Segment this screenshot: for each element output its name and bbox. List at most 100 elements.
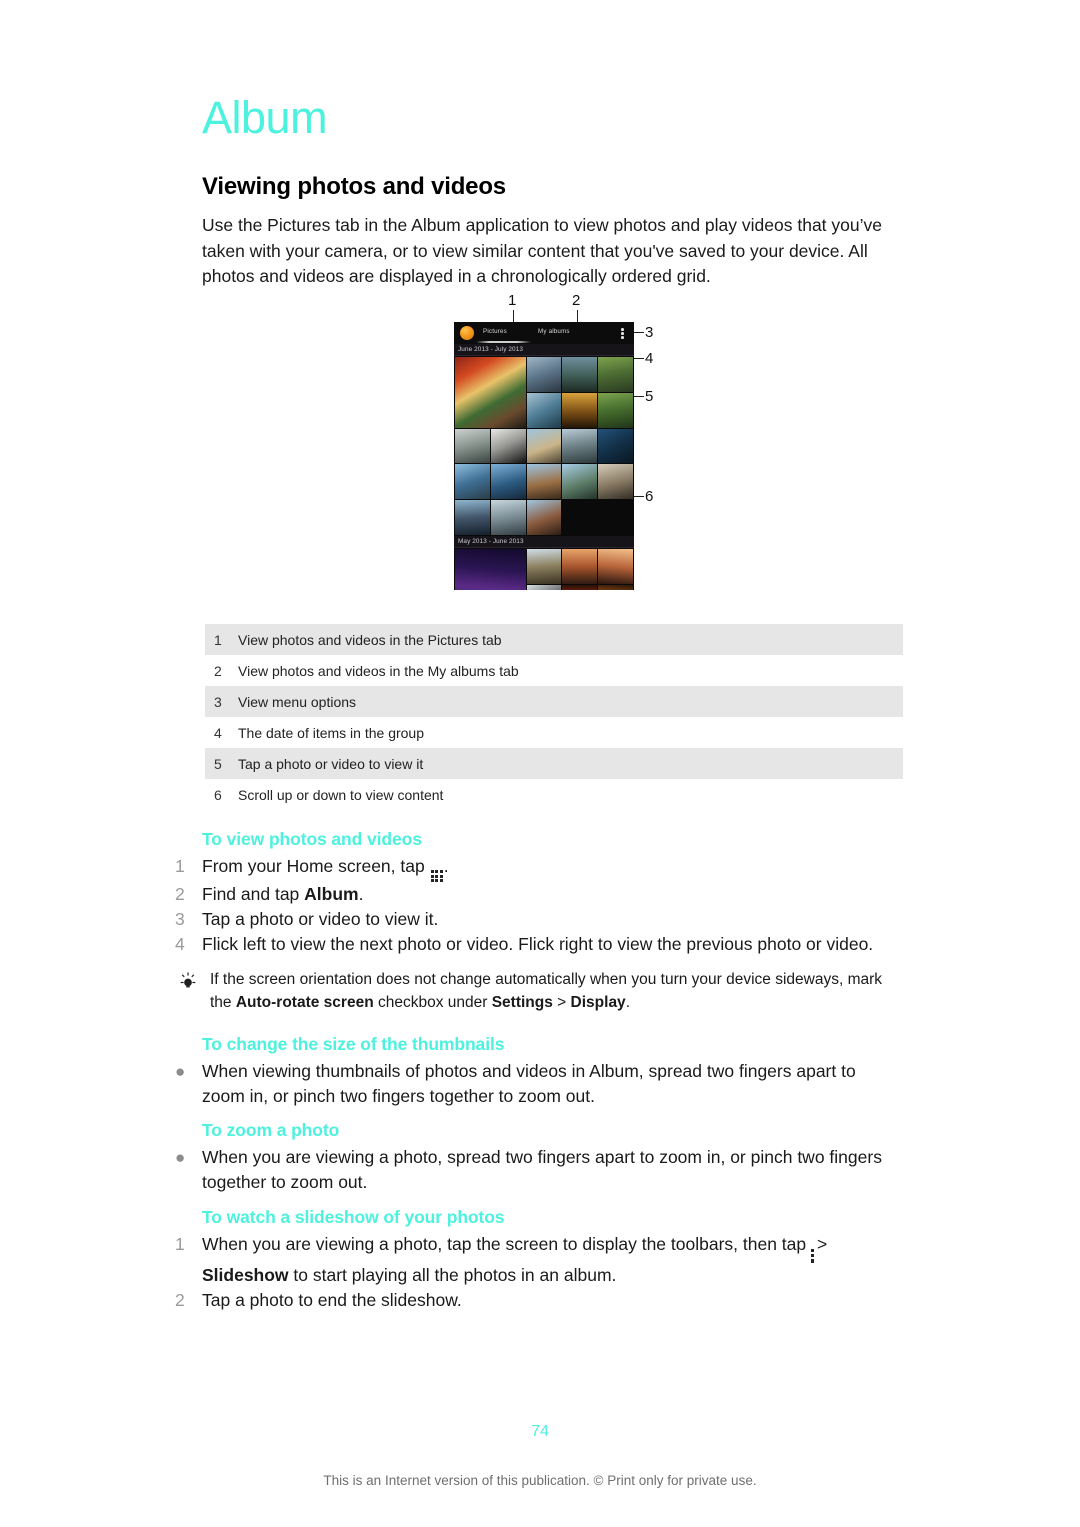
- tip-bold-display: Display: [570, 994, 626, 1011]
- callout-2: 2: [572, 292, 581, 309]
- photo-thumbnail[interactable]: [598, 392, 633, 428]
- step-number: 1: [175, 856, 185, 876]
- step-text-pre: When you are viewing a photo, tap the sc…: [202, 1234, 811, 1254]
- overflow-menu-icon[interactable]: [621, 328, 624, 339]
- footer-note: This is an Internet version of this publ…: [323, 1473, 757, 1488]
- date-group-header: May 2013 - June 2013: [454, 535, 634, 548]
- photo-thumbnail[interactable]: [490, 500, 526, 535]
- step-text-bold: Album: [304, 884, 359, 905]
- photo-thumbnail[interactable]: [526, 464, 562, 500]
- procedure-title-slideshow: To watch a slideshow of your photos: [202, 1207, 505, 1227]
- lightbulb-glyph: [180, 972, 196, 988]
- step-number: 1: [175, 1234, 185, 1254]
- photo-thumbnail[interactable]: [526, 548, 562, 584]
- photo-grid-group-2: [454, 547, 634, 590]
- callout-6: 6: [645, 488, 654, 505]
- legend-description: Tap a photo or video to view it: [238, 755, 424, 772]
- procedure-steps-slideshow: 1 When you are viewing a photo, tap the …: [175, 1232, 895, 1313]
- photo-thumbnail[interactable]: [455, 464, 490, 500]
- legend-row: 3 View menu options: [205, 686, 903, 717]
- legend-description: View menu options: [238, 693, 357, 710]
- procedure-title-view: To view photos and videos: [202, 829, 422, 849]
- bullet-item: ● When you are viewing a photo, spread t…: [175, 1145, 895, 1195]
- step-item: 2 Find and tap Album.: [175, 882, 895, 907]
- tip-text: If the screen orientation does not chang…: [210, 968, 905, 1014]
- legend-row: 1 View photos and videos in the Pictures…: [205, 624, 903, 655]
- photo-thumbnail[interactable]: [526, 357, 562, 392]
- photo-thumbnail[interactable]: [598, 357, 633, 392]
- photo-thumbnail[interactable]: [598, 464, 633, 500]
- bullet-text: When you are viewing a photo, spread two…: [202, 1147, 882, 1192]
- step-text: Tap a photo to end the slideshow.: [202, 1289, 462, 1310]
- section-heading: Viewing photos and videos: [202, 173, 506, 200]
- photo-thumbnail[interactable]: [455, 428, 490, 464]
- tip-bold-autorotate: Auto-rotate screen: [235, 994, 374, 1011]
- step-text: Find and tap Album.: [202, 882, 895, 907]
- step-item: 4 Flick left to view the next photo or v…: [175, 932, 895, 957]
- legend-number: 3: [214, 693, 222, 710]
- figure-legend-table: 1 View photos and videos in the Pictures…: [205, 624, 903, 810]
- overflow-menu-icon: [811, 1248, 815, 1263]
- photo-thumbnail[interactable]: [526, 392, 562, 428]
- photo-thumbnail[interactable]: [562, 584, 598, 590]
- legend-number: 2: [214, 662, 222, 679]
- step-item: 1 When you are viewing a photo, tap the …: [175, 1232, 895, 1288]
- step-text-post: to start playing all the photos in an al…: [288, 1264, 617, 1285]
- photo-thumbnail[interactable]: [598, 428, 633, 464]
- step-text: Tap a photo or video to view it.: [202, 909, 439, 930]
- tip-bold-settings: Settings: [491, 994, 553, 1011]
- phone-figure: 1 2 3 4 5 6 Pictures My albums June 2013…: [440, 292, 690, 612]
- photo-thumbnail[interactable]: [562, 357, 598, 392]
- tab-pictures[interactable]: Pictures: [483, 328, 507, 335]
- photo-thumbnail[interactable]: [526, 584, 562, 590]
- step-number: 3: [175, 909, 185, 930]
- phone-screenshot: Pictures My albums June 2013 - July 2013: [454, 322, 634, 590]
- step-text-post: .: [358, 884, 364, 905]
- photo-thumbnail[interactable]: [455, 500, 490, 535]
- bullet-marker: ●: [175, 1062, 186, 1081]
- photo-thumbnail[interactable]: [562, 548, 598, 584]
- callout-5: 5: [645, 388, 654, 405]
- tab-my-albums[interactable]: My albums: [538, 328, 570, 335]
- callout-3: 3: [645, 324, 654, 341]
- photo-thumbnail[interactable]: [490, 428, 526, 464]
- tip-box: If the screen orientation does not chang…: [175, 968, 905, 1014]
- photo-thumbnail[interactable]: [526, 428, 562, 464]
- procedure-steps-zoom: ● When you are viewing a photo, spread t…: [175, 1145, 895, 1195]
- photo-thumbnail[interactable]: [455, 548, 526, 590]
- step-number: 4: [175, 934, 185, 955]
- document-page: Album Viewing photos and videos Use the …: [0, 0, 1080, 1527]
- step-text-pre: From your Home screen, tap: [202, 856, 430, 876]
- legend-row: 4 The date of items in the group: [205, 717, 903, 748]
- photo-thumbnail[interactable]: [562, 428, 598, 464]
- photo-thumbnail[interactable]: [562, 392, 598, 428]
- legend-description: View photos and videos in the My albums …: [238, 662, 519, 679]
- step-number: 2: [175, 884, 185, 905]
- photo-thumbnail[interactable]: [562, 464, 598, 500]
- procedure-title-thumbnails: To change the size of the thumbnails: [202, 1034, 505, 1054]
- active-tab-indicator: [476, 341, 531, 343]
- legend-description: The date of items in the group: [238, 724, 424, 741]
- step-number: 2: [175, 1289, 185, 1310]
- step-item: 1 From your Home screen, tap .: [175, 854, 895, 883]
- bullet-marker: ●: [175, 1148, 186, 1167]
- photo-thumbnail[interactable]: [526, 500, 562, 535]
- photo-thumbnail[interactable]: [598, 548, 633, 584]
- step-item: 3 Tap a photo or video to view it.: [175, 907, 895, 932]
- album-top-bar: Pictures My albums: [454, 322, 634, 344]
- lightbulb-icon: [175, 968, 210, 1014]
- photo-thumbnail[interactable]: [490, 464, 526, 500]
- step-text-pre: Find and tap: [202, 884, 305, 905]
- legend-number: 4: [214, 724, 222, 741]
- step-item: 2 Tap a photo to end the slideshow.: [175, 1288, 895, 1313]
- legend-description: View photos and videos in the Pictures t…: [238, 631, 502, 648]
- bullet-item: ● When viewing thumbnails of photos and …: [175, 1059, 895, 1109]
- procedure-title-zoom: To zoom a photo: [202, 1120, 340, 1140]
- step-text-sep: >: [817, 1234, 828, 1254]
- photo-thumbnail[interactable]: [598, 584, 633, 590]
- legend-number: 5: [214, 755, 222, 772]
- photo-thumbnail[interactable]: [455, 357, 526, 428]
- photo-grid-group-1: [454, 356, 634, 536]
- chapter-title: Album: [202, 92, 328, 143]
- page-number: 74: [531, 1423, 549, 1440]
